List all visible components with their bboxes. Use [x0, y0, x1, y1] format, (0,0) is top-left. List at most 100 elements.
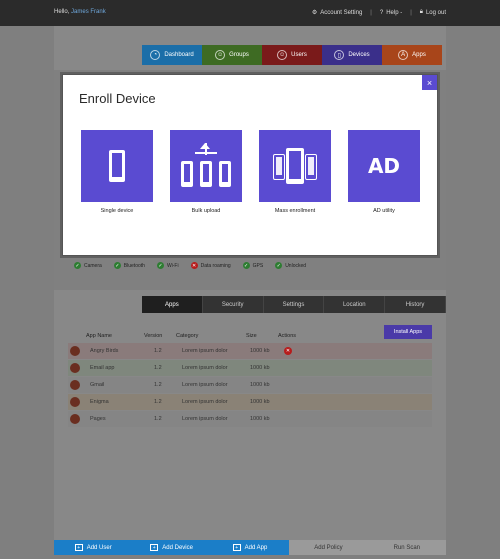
tab-history[interactable]: History — [385, 296, 446, 313]
table-row[interactable]: Gmail 1.2 Lorem ipsum dolor 1000 kb — [68, 377, 432, 393]
app-icon — [70, 380, 80, 390]
main-nav: ◔ Dashboard ☺ Groups ☺ Users ▯ Devices A Apps — [142, 45, 442, 65]
feature-camera: ✓ Camera — [74, 262, 102, 269]
add-app-icon: + — [232, 544, 241, 551]
check-icon: ✓ — [156, 262, 164, 269]
run-scan-button[interactable]: Run Scan — [367, 540, 447, 555]
app-category: Lorem ipsum dolor — [182, 382, 228, 388]
help-link[interactable]: ? Help - — [380, 10, 402, 16]
app-icon — [70, 346, 80, 356]
dashboard-icon: ◔ — [150, 50, 161, 60]
enroll-device-modal: Enroll Device × Single device Bulk uploa… — [62, 74, 438, 256]
tab-label: Groups — [229, 52, 249, 58]
divider: | — [410, 9, 412, 16]
add-device-label: Add Device — [162, 544, 193, 551]
app-category: Lorem ipsum dolor — [182, 416, 228, 422]
app-name: Pages — [90, 416, 106, 422]
install-apps-button[interactable]: Install Apps — [384, 325, 432, 339]
add-app-button[interactable]: + Add App — [210, 540, 290, 555]
check-icon: ✓ — [242, 262, 250, 269]
device-subtabs: Apps Security Settings Location History — [142, 296, 446, 313]
close-icon[interactable]: × — [422, 75, 437, 90]
table-row[interactable]: Enigma 1.2 Lorem ipsum dolor 1000 kb — [68, 394, 432, 410]
app-version: 1.2 — [154, 382, 162, 388]
bulk-upload-label: Bulk upload — [191, 208, 221, 214]
run-scan-label: Run Scan — [393, 544, 420, 551]
table-row[interactable]: Email app 1.2 Lorem ipsum dolor 1000 kb — [68, 360, 432, 376]
single-device-label: Single device — [100, 208, 134, 214]
table-row[interactable]: Angry Birds 1.2 Lorem ipsum dolor 1000 kb ✕ — [68, 343, 432, 359]
top-bar: Hello, James Frank ⚙ Account Setting | ? H… — [0, 0, 500, 26]
tab-apps[interactable]: A Apps — [382, 45, 442, 65]
tab-devices[interactable]: ▯ Devices — [322, 45, 382, 65]
mass-enrollment-icon — [273, 148, 317, 184]
app-name: Email app — [90, 365, 115, 371]
app-version: 1.2 — [154, 365, 162, 371]
app-icon — [70, 414, 80, 424]
account-setting-link[interactable]: ⚙ Account Setting — [312, 9, 363, 17]
feature-label: Bluetooth — [123, 262, 145, 269]
tab-location[interactable]: Location — [324, 296, 386, 313]
greeting-text: Hello, — [54, 9, 70, 15]
app-version: 1.2 — [154, 348, 162, 354]
tab-label: Devices — [348, 52, 370, 58]
logout-label: Log out — [425, 9, 446, 16]
mass-enrollment-option[interactable] — [259, 130, 331, 202]
user-icon: ☺ — [277, 50, 288, 60]
ad-icon: AD — [367, 154, 401, 178]
app-name: Gmail — [90, 382, 105, 388]
tab-label: Apps — [412, 52, 426, 58]
check-icon: ✓ — [113, 262, 121, 269]
feature-unlocked: ✓ Unlocked — [275, 262, 306, 269]
app-size: 1000 kb — [250, 348, 270, 354]
add-policy-button[interactable]: Add Policy — [289, 540, 368, 555]
app-category: Lorem ipsum dolor — [182, 348, 228, 354]
tab-users[interactable]: ☺ Users — [262, 45, 322, 65]
feature-label: Data roaming — [200, 262, 231, 269]
bulk-upload-option[interactable] — [170, 130, 242, 202]
add-user-label: Add User — [86, 544, 112, 551]
add-app-label: Add App — [244, 544, 268, 551]
table-row[interactable]: Pages 1.2 Lorem ipsum dolor 1000 kb — [68, 411, 432, 427]
add-device-button[interactable]: + Add Device — [132, 540, 211, 555]
tab-security[interactable]: Security — [203, 296, 264, 313]
add-user-button[interactable]: + Add User — [54, 540, 133, 555]
tab-label: Users — [291, 52, 307, 58]
app-name: Enigma — [90, 399, 109, 405]
app-version: 1.2 — [154, 399, 162, 405]
help-icon: ? — [379, 9, 384, 16]
tab-settings[interactable]: Settings — [264, 296, 325, 313]
groups-icon: ☺ — [215, 50, 226, 60]
apps-icon: A — [398, 50, 409, 60]
add-device-icon: + — [150, 544, 159, 551]
feature-wifi: ✓ Wi-Fi — [156, 262, 179, 269]
app-size: 1000 kb — [250, 416, 270, 422]
divider: | — [370, 9, 372, 16]
help-label: Help - — [386, 9, 403, 16]
tab-dashboard[interactable]: ◔ Dashboard — [142, 45, 202, 65]
ad-utility-option[interactable]: AD — [348, 130, 420, 202]
col-version: Version — [144, 333, 163, 339]
tab-groups[interactable]: ☺ Groups — [202, 45, 262, 65]
app-category: Lorem ipsum dolor — [182, 399, 228, 405]
feature-label: Camera — [84, 262, 102, 269]
logout-link[interactable]: 🔒︎ Log out — [420, 9, 446, 16]
single-device-option[interactable] — [81, 130, 153, 202]
app-size: 1000 kb — [250, 399, 270, 405]
modal-title: Enroll Device — [79, 91, 156, 106]
feature-label: Unlocked — [285, 262, 307, 269]
user-name[interactable]: James Frank — [71, 9, 106, 15]
feature-data-roaming: ✕ Data roaming — [190, 262, 231, 269]
remove-icon[interactable]: ✕ — [284, 347, 292, 355]
app-category: Lorem ipsum dolor — [182, 365, 228, 371]
check-icon: ✓ — [74, 262, 81, 269]
add-user-icon: + — [74, 544, 83, 551]
feature-label: GPS — [252, 262, 264, 269]
account-setting-label: Account Setting — [320, 9, 363, 16]
tab-apps-sub[interactable]: Apps — [142, 296, 203, 313]
col-size: Size — [246, 333, 257, 339]
col-app-name: App Name — [86, 333, 112, 339]
bulk-upload-icon — [181, 143, 231, 189]
lock-icon: 🔒︎ — [419, 9, 423, 15]
apps-table: Install Apps App Name Version Category S… — [54, 316, 446, 436]
